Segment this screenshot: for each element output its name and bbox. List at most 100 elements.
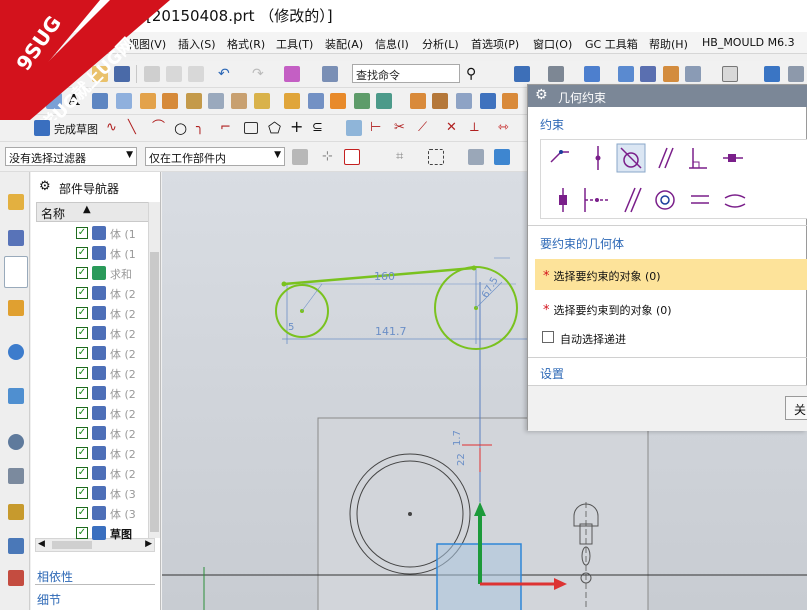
finish-sketch-icon[interactable] [34,120,50,136]
split-body-icon[interactable] [432,93,448,109]
save-icon[interactable] [114,66,130,82]
select-face-icon[interactable] [494,149,510,165]
search-icon[interactable]: ⚲ [466,66,482,82]
select-body-icon[interactable] [468,149,484,165]
quick-trim-icon[interactable]: ✕ [446,120,462,136]
dimension-141-7[interactable]: 141.7 [375,325,407,338]
shaded-view-icon[interactable] [618,66,634,82]
perpendicular-icon[interactable] [689,148,707,169]
visibility-checkbox[interactable]: ✓ [76,227,88,239]
select-settings-icon[interactable] [292,149,308,165]
polygon-icon[interactable]: ⬠ [268,120,284,136]
boss-icon[interactable] [162,93,178,109]
part-navigator-tab-icon[interactable] [4,256,28,288]
draft-icon[interactable] [502,93,518,109]
vertical-icon[interactable] [559,188,567,212]
details-panel-label[interactable]: 细节 [37,591,61,608]
system-materials-icon[interactable] [8,468,24,484]
extend-icon[interactable]: ⟋ [418,120,434,136]
pocket-icon[interactable] [186,93,202,109]
tree-row[interactable]: ✓ 体 (2 [36,343,148,363]
history-icon[interactable] [8,388,24,404]
tree-row[interactable]: ✓ 体 (2 [36,303,148,323]
settings-section-header[interactable]: 设置 [540,365,564,382]
arc-icon[interactable]: ⌒ [152,120,168,136]
geometry-section-header[interactable]: 要约束的几何体 [540,235,624,252]
tree-row[interactable]: ✓ 体 (2 [36,363,148,383]
visibility-checkbox[interactable]: ✓ [76,247,88,259]
hole-icon[interactable] [140,93,156,109]
filter-select[interactable]: 没有选择过滤器 ▼ [5,147,137,166]
unite-icon[interactable] [354,93,370,109]
tree-row[interactable]: ✓ 体 (1 [36,243,148,263]
visibility-checkbox[interactable]: ✓ [76,327,88,339]
horizontal-icon[interactable] [723,154,743,162]
subtract-icon[interactable] [376,93,392,109]
menu-information[interactable]: 信息(I) [375,36,409,52]
pattern-icon[interactable] [330,93,346,109]
menu-window[interactable]: 窗口(O) [533,36,572,52]
shell-icon[interactable] [456,93,472,109]
trim-icon[interactable]: ✂ [394,120,410,136]
visibility-checkbox[interactable]: ✓ [76,367,88,379]
wireframe-view-icon[interactable] [640,66,656,82]
visibility-checkbox[interactable]: ✓ [76,307,88,319]
tree-row[interactable]: ✓ 体 (2 [36,443,148,463]
text-icon[interactable]: A [68,92,84,109]
snap-point-icon[interactable]: ⊹ [322,149,338,165]
chamfer-sketch-icon[interactable]: ⌐ [220,120,236,136]
menu-help[interactable]: 帮助(H) [649,36,688,52]
select-target-row[interactable]: * 选择要约束到的对象 (0) [535,293,807,324]
profile-icon[interactable]: ∿ [106,120,122,136]
visibility-checkbox[interactable]: ✓ [76,467,88,479]
constraint-navigator-icon[interactable] [8,230,24,246]
process-studio-icon[interactable] [8,504,24,520]
menu-assembly[interactable]: 装配(A) [325,36,363,52]
visibility-checkbox[interactable]: ✓ [76,447,88,459]
offset-face-icon[interactable] [480,93,496,109]
edit-object-icon[interactable] [322,66,338,82]
sketch-icon[interactable] [46,93,62,109]
tree-row[interactable]: ✓ 体 (2 [36,463,148,483]
tree-row[interactable]: ✓ 体 (2 [36,403,148,423]
tree-row[interactable]: ✓ 体 (2 [36,423,148,443]
point-on-curve-icon[interactable] [595,146,601,170]
paste-icon[interactable] [188,66,204,82]
tree-row[interactable]: ✓ 体 (3 [36,503,148,523]
snap-midpoint-icon[interactable]: ⌗ [396,149,412,165]
background-color-icon[interactable] [722,66,738,82]
name-column-header[interactable]: 名称 ▲ [36,202,156,222]
extrude-icon[interactable] [92,93,108,109]
move-object-icon[interactable] [764,66,780,82]
dimension-67-5[interactable]: 67.5 [480,275,501,300]
vertical-scrollbar[interactable] [148,202,160,538]
menu-format[interactable]: 格式(R) [227,36,265,52]
dimension-5[interactable]: 5 [288,322,294,333]
menu-tools[interactable]: 工具(T) [276,36,313,52]
parallel-icon[interactable] [658,147,674,169]
visibility-checkbox[interactable]: ✓ [76,527,88,539]
web-browser-icon[interactable] [8,344,24,360]
pattern-curve-icon[interactable] [346,120,362,136]
dimension-22[interactable]: 22 [456,453,467,466]
select-object-row[interactable]: * 选择要约束的对象 (0) [535,259,807,290]
dependency-panel-label[interactable]: 相依性 [37,568,73,585]
visibility-checkbox[interactable]: ✓ [76,487,88,499]
visibility-checkbox[interactable]: ✓ [76,267,88,279]
view-layout-icon[interactable] [514,66,530,82]
coincident-icon[interactable] [550,150,569,163]
collinear-icon[interactable] [624,187,642,213]
snap-endpoint-icon[interactable] [344,149,360,165]
visibility-checkbox[interactable]: ✓ [76,407,88,419]
trim-body-icon[interactable] [410,93,426,109]
fillet-icon[interactable]: ╮ [196,120,212,136]
menu-view[interactable]: 视图(V) [128,36,166,52]
tangent-icon[interactable] [616,143,646,173]
clock-icon[interactable] [8,434,24,450]
command-finder-icon[interactable] [284,66,300,82]
dialog-title-bar[interactable]: ⚙ 几何约束 [528,85,807,107]
menu-preferences[interactable]: 首选项(P) [471,36,519,52]
visibility-checkbox[interactable]: ✓ [76,507,88,519]
open-icon[interactable] [92,66,108,82]
copy-icon[interactable] [166,66,182,82]
